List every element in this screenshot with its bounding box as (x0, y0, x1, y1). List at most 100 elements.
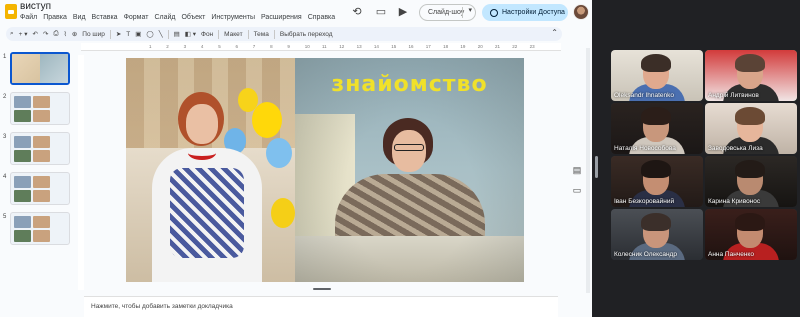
menu-slide[interactable]: Слайд (154, 14, 175, 21)
video-call-panel: Oleksandr Ihnatenko Андрій Литвинов Наталі… (592, 0, 800, 317)
filmstrip-item[interactable]: 5 (0, 212, 76, 248)
ruler-tick: 7 (252, 44, 256, 49)
ruler-tick: 5 (218, 44, 221, 49)
participant-name: Наталія Новособова (614, 145, 676, 152)
select-icon[interactable]: ➤ (116, 30, 121, 38)
slide-thumbnail[interactable] (10, 212, 70, 245)
theme-button[interactable]: Тема (254, 31, 269, 38)
notes-placeholder: Нажмите, чтобы добавить заметки докладчи… (91, 303, 233, 310)
menu-format[interactable]: Формат (124, 14, 149, 21)
slide-thumbnail[interactable] (10, 52, 70, 85)
filmstrip-item[interactable]: 2 (0, 92, 76, 128)
undo-icon[interactable]: ↶ (33, 30, 38, 38)
zoom-icon[interactable]: ⊕ (72, 30, 77, 38)
thumb-photo-left (12, 54, 40, 83)
thumb-pictures (14, 96, 66, 122)
share-button[interactable]: Настройки Доступа (482, 4, 568, 21)
folder-icon[interactable]: ▭ (570, 183, 584, 197)
textbox-icon[interactable]: T (126, 31, 130, 38)
print-icon[interactable]: ⎙ (53, 30, 58, 38)
thumb-pictures (14, 216, 66, 242)
participant-tile[interactable]: Заводовська Лиза (705, 103, 797, 154)
slide-photo-right[interactable]: знайомство (295, 58, 524, 282)
horizontal-ruler[interactable]: 1 2 3 4 5 6 7 8 9 10 11 12 13 14 15 16 17 18 19 20 21 22 23 (81, 43, 561, 51)
line-icon[interactable]: ╲ (159, 30, 163, 38)
participant-tile[interactable]: Андрій Литвинов (705, 50, 797, 101)
ruler-tick: 12 (339, 44, 345, 49)
fill-color-icon[interactable]: ◧ ▾ (185, 30, 196, 38)
menu-file[interactable]: Файл (20, 14, 37, 21)
menu-insert[interactable]: Вставка (92, 14, 118, 21)
vertical-scrollbar[interactable] (586, 48, 590, 293)
document-title[interactable]: виступ (20, 1, 51, 12)
filmstrip-item[interactable]: 1 (0, 52, 76, 88)
ruler-tick: 11 (322, 44, 327, 49)
participant-tile[interactable]: Анна Панченко (705, 209, 797, 260)
share-label: Настройки Доступа (502, 9, 565, 16)
ruler-tick: 23 (529, 44, 535, 49)
slideshow-button[interactable]: Слайд-шоу ▾ (419, 4, 476, 21)
title-bar: виступ Файл Правка Вид Вставка Формат Сл… (0, 0, 592, 26)
ruler-tick: 19 (460, 44, 466, 49)
speaker-notes[interactable]: Нажмите, чтобы добавить заметки докладчи… (84, 296, 558, 317)
meet-icon[interactable]: ▶ (396, 5, 410, 19)
participant-hair (735, 54, 765, 72)
redo-icon[interactable]: ↷ (43, 30, 48, 38)
slide-title[interactable]: знайомство (295, 72, 524, 97)
embroidery-pattern (170, 168, 244, 258)
shape-icon[interactable]: ◯ (146, 30, 153, 38)
balloon (266, 138, 292, 168)
comment-add-icon[interactable]: ▤ (174, 30, 180, 38)
menu-help[interactable]: Справка (308, 14, 335, 21)
filmstrip-item[interactable]: 4 (0, 172, 76, 208)
ruler-tick: 16 (408, 44, 414, 49)
participant-name: Заводовська Лиза (708, 145, 763, 152)
avatar[interactable] (573, 4, 589, 20)
transition-button[interactable]: Выбрать переход (280, 31, 333, 38)
slide-photo-left[interactable] (126, 58, 295, 282)
participant-hair (735, 213, 765, 231)
slide-number: 1 (3, 54, 7, 60)
thumb-pictures (14, 176, 66, 202)
participant-tile[interactable]: Oleksandr Ihnatenko (611, 50, 703, 101)
ruler-tick: 6 (235, 44, 239, 49)
background-button[interactable]: Фон (201, 31, 213, 38)
ruler-tick: 20 (477, 44, 483, 49)
collapse-toolbar-icon[interactable]: ⌃ (551, 28, 558, 37)
menu-tools[interactable]: Инструменты (211, 14, 255, 21)
participant-tile[interactable]: Карина Кривонос (705, 156, 797, 207)
participant-hair (735, 107, 765, 125)
notes-resize-handle[interactable] (313, 288, 331, 290)
zoom-select[interactable]: По шир (82, 31, 105, 38)
ruler-tick: 9 (287, 44, 290, 49)
slideshow-label: Слайд-шоу (428, 9, 465, 16)
slide-thumbnail[interactable] (10, 92, 70, 125)
menu-extensions[interactable]: Расширения (261, 14, 302, 21)
image-icon[interactable]: ▣ (135, 30, 141, 38)
filmstrip-item[interactable]: 3 (0, 132, 76, 168)
toolbar: ⌕ + ▾ ↶ ↷ ⎙ ⌇ ⊕ По шир ➤ T ▣ ◯ ╲ ▤ ◧ ▾ Ф… (6, 27, 562, 41)
slides-logo-icon[interactable] (5, 4, 17, 19)
participant-tile[interactable]: Наталія Новособова (611, 103, 703, 154)
menu-edit[interactable]: Правка (43, 14, 67, 21)
participant-tile[interactable]: Іван Безкоровайний (611, 156, 703, 207)
keep-icon[interactable]: ▤ (570, 163, 584, 177)
chevron-down-icon[interactable]: ▾ (468, 6, 472, 14)
slide-thumbnail[interactable] (10, 132, 70, 165)
comment-icon[interactable]: ▭ (374, 5, 388, 19)
participant-hair (641, 160, 671, 178)
slide-thumbnail[interactable] (10, 172, 70, 205)
filmstrip: 1 2 3 4 5 (0, 46, 76, 296)
panel-resize-handle[interactable] (595, 156, 598, 178)
history-icon[interactable]: ⟲ (350, 5, 364, 19)
participant-tile[interactable]: Колесник Олександр (611, 209, 703, 260)
new-slide-icon[interactable]: + ▾ (19, 30, 28, 38)
menu-view[interactable]: Вид (73, 14, 86, 21)
menu-object[interactable]: Объект (181, 14, 205, 21)
paint-format-icon[interactable]: ⌇ (64, 30, 67, 38)
current-slide[interactable]: знайомство (126, 58, 524, 282)
slideshow-separator (462, 7, 463, 18)
globe-icon (490, 8, 498, 17)
search-menus-icon[interactable]: ⌕ (10, 30, 14, 38)
layout-button[interactable]: Макет (224, 31, 242, 38)
